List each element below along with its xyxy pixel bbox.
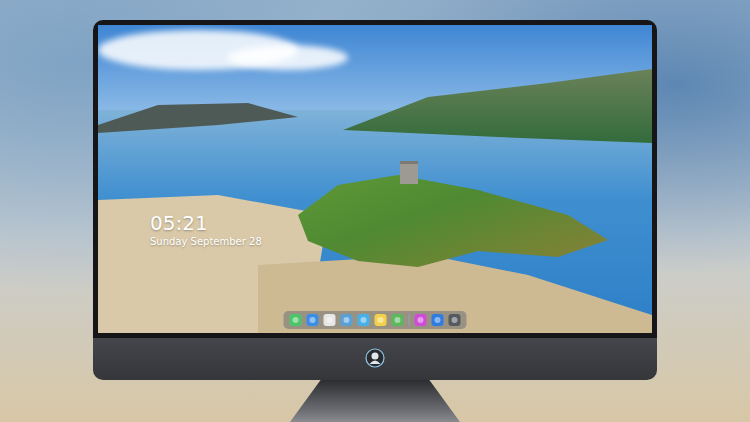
app-gloss: [452, 317, 458, 323]
app-gloss: [395, 317, 401, 323]
wallpaper-cloud: [228, 45, 348, 70]
dock-app-icon[interactable]: [392, 314, 404, 326]
dock-app-icon[interactable]: [415, 314, 427, 326]
dock: [284, 311, 467, 329]
clock-time: 05:21: [150, 211, 262, 235]
app-gloss: [293, 317, 299, 323]
app-gloss: [310, 317, 316, 323]
dock-app-icon[interactable]: [449, 314, 461, 326]
app-gloss: [361, 317, 367, 323]
lock-screen: 05:21Sunday September 28: [98, 25, 652, 333]
monitor-stand: [290, 380, 460, 422]
clock-date: Sunday September 28: [150, 235, 262, 249]
dock-app-icon[interactable]: [290, 314, 302, 326]
desktop-mockup: 05:21Sunday September 28: [0, 0, 750, 422]
dock-app-icon[interactable]: [432, 314, 444, 326]
dock-app-icon[interactable]: [341, 314, 353, 326]
dock-separator: [409, 314, 410, 326]
app-gloss: [327, 317, 333, 323]
app-gloss: [344, 317, 350, 323]
lock-clock: 05:21Sunday September 28: [150, 211, 262, 249]
dock-app-icon[interactable]: [358, 314, 370, 326]
monitor-bezel: 05:21Sunday September 28: [93, 20, 657, 338]
dock-app-icon[interactable]: [307, 314, 319, 326]
wallpaper: [98, 25, 652, 333]
dock-app-icon[interactable]: [324, 314, 336, 326]
monitor: 05:21Sunday September 28: [93, 20, 657, 422]
monitor-chin: [93, 338, 657, 380]
app-gloss: [435, 317, 441, 323]
brand-logo-icon: [365, 348, 385, 368]
app-gloss: [418, 317, 424, 323]
app-gloss: [378, 317, 384, 323]
dock-app-icon[interactable]: [375, 314, 387, 326]
wallpaper-castle: [400, 161, 418, 184]
